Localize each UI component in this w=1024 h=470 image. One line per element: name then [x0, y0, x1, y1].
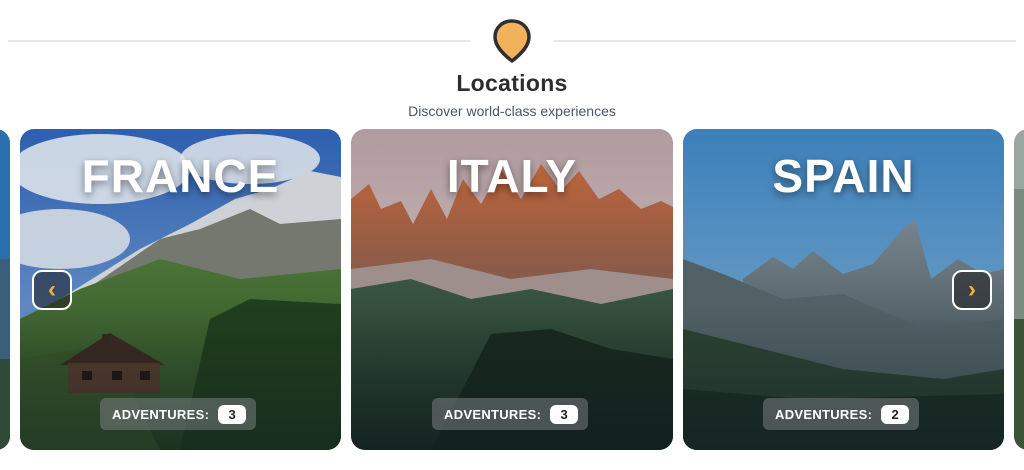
- location-name: FRANCE: [81, 150, 280, 202]
- carousel-next-button[interactable]: ›: [952, 270, 992, 310]
- adventures-label: ADVENTURES:: [444, 406, 542, 422]
- divider-left: [8, 40, 470, 42]
- adventures-label: ADVENTURES:: [775, 406, 873, 422]
- location-card-partial-right[interactable]: [1014, 129, 1024, 450]
- chevron-right-icon: ›: [968, 276, 976, 303]
- location-name: ITALY: [446, 150, 578, 202]
- carousel-prev-button[interactable]: ‹: [32, 270, 72, 310]
- adventures-badge: ADVENTURES: 3: [432, 398, 589, 430]
- adventures-badge: ADVENTURES: 2: [763, 398, 920, 430]
- chevron-left-icon: ‹: [48, 276, 56, 303]
- adventures-badge: ADVENTURES: 3: [100, 398, 257, 430]
- locations-header: Locations Discover world-class experienc…: [0, 0, 1024, 125]
- adventures-count: 3: [218, 404, 247, 424]
- adventures-label: ADVENTURES:: [112, 406, 210, 422]
- map-pin-icon: [493, 19, 531, 63]
- locations-carousel: FRANCE ADVENTURES: 3 ITALY ADVENTURES: 3…: [0, 129, 1024, 450]
- adventures-count: 2: [881, 404, 910, 424]
- location-name: SPAIN: [772, 150, 915, 202]
- section-title: Locations: [456, 70, 568, 96]
- location-card-partial-left[interactable]: [0, 129, 10, 450]
- section-subtitle: Discover world-class experiences: [408, 103, 616, 119]
- divider-right: [554, 40, 1016, 42]
- card-image: [0, 129, 10, 450]
- card-image: [1014, 129, 1024, 450]
- adventures-count: 3: [550, 404, 579, 424]
- location-card-italy[interactable]: ITALY ADVENTURES: 3: [351, 129, 673, 450]
